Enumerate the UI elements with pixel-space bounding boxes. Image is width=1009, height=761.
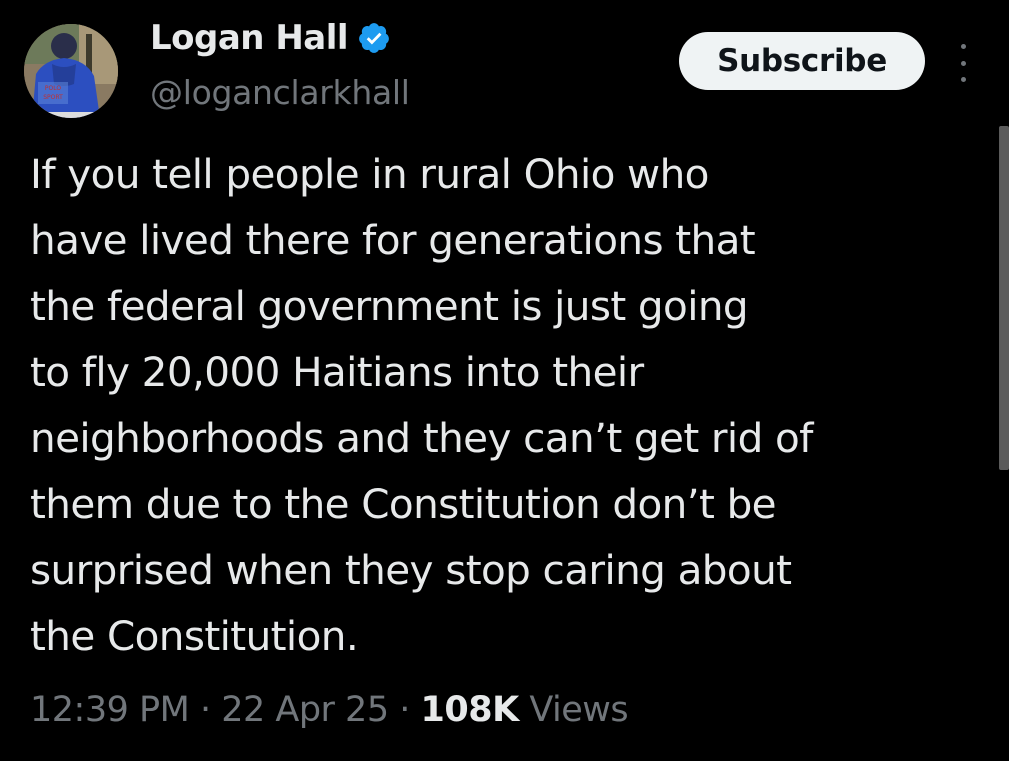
subscribe-button[interactable]: Subscribe [679,32,925,90]
verified-badge-icon[interactable] [357,21,391,55]
tweet-line: If you tell people in rural Ohio who [30,150,709,198]
tweet-line: to fly 20,000 Haitians into their [30,348,644,396]
more-options-icon[interactable] [952,44,974,82]
scrollbar[interactable] [999,126,1009,470]
display-name[interactable]: Logan Hall [150,18,349,58]
views-count: 108K [420,690,520,730]
tweet-text: If you tell people in rural Ohio who hav… [30,141,990,669]
avatar[interactable]: POLO SPORT [24,24,118,118]
tweet-line: surprised when they stop caring about [30,546,792,594]
meta-separator: · [199,690,211,730]
tweet-line: neighborhoods and they can’t get rid of [30,414,813,462]
views-label: Views [529,690,629,730]
more-dot [960,60,966,66]
tweet-meta: 12:39 PM · 22 Apr 25 · 108K Views [30,690,629,730]
avatar-jacket-text-2: SPORT [43,94,63,101]
tweet-line: have lived there for generations that [30,216,756,264]
tweet-date[interactable]: 22 Apr 25 [221,690,389,730]
author-name-row: Logan Hall [150,18,391,58]
tweet-time[interactable]: 12:39 PM [30,690,190,730]
tweet-line: the Constitution. [30,612,359,660]
profile-photo: POLO SPORT [24,24,118,118]
tweet-line: the federal government is just going [30,282,749,330]
tweet-line: them due to the Constitution don’t be [30,480,777,528]
meta-separator: · [399,690,410,730]
avatar-jacket-text-1: POLO [45,85,61,92]
more-dot [960,44,966,49]
author-handle[interactable]: @loganclarkhall [150,73,410,112]
more-dot [960,77,966,82]
